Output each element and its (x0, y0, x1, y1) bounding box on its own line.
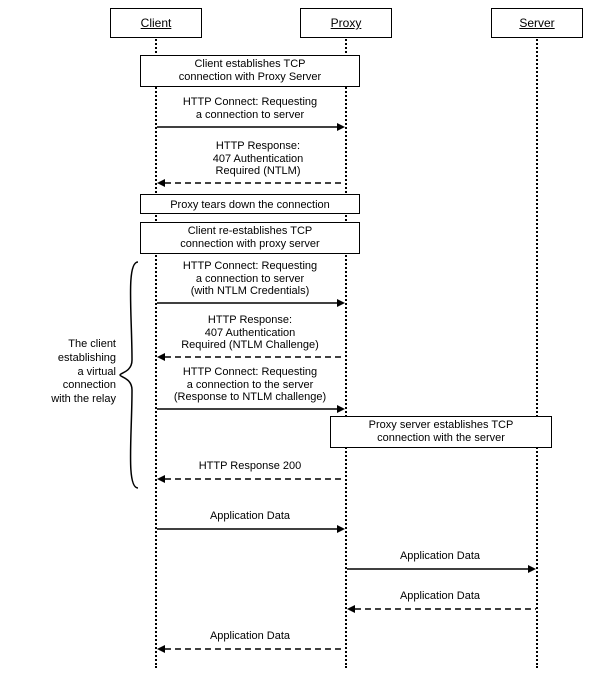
arrow-m10 (155, 644, 347, 654)
arrow-m1 (155, 122, 347, 132)
block-teardown: Proxy tears down the connection (140, 194, 360, 214)
msg-connect-1: HTTP Connect: Requestinga connection to … (160, 96, 340, 121)
msg-407-ntlm: HTTP Response:407 AuthenticationRequired… (178, 140, 338, 178)
msg-appdata-4: Application Data (175, 630, 325, 643)
msg-407-challenge: HTTP Response:407 AuthenticationRequired… (160, 314, 340, 352)
arrow-m7 (155, 524, 347, 534)
arrow-m8 (345, 564, 538, 574)
brace-icon (118, 260, 142, 490)
block-reestablish: Client re-establishes TCPconnection with… (140, 222, 360, 254)
msg-appdata-2: Application Data (365, 550, 515, 563)
arrow-m5 (155, 404, 347, 414)
sequence-diagram: Client Proxy Server Client establishes T… (0, 0, 591, 678)
participant-client: Client (110, 8, 202, 38)
msg-appdata-1: Application Data (175, 510, 325, 523)
arrow-m2 (155, 178, 347, 188)
block-establish-tcp: Client establishes TCPconnection with Pr… (140, 55, 360, 87)
msg-connect-response: HTTP Connect: Requestinga connection to … (155, 366, 345, 404)
arrow-m6 (155, 474, 347, 484)
arrow-m9 (345, 604, 538, 614)
msg-appdata-3: Application Data (365, 590, 515, 603)
block-proxy-server-tcp: Proxy server establishes TCPconnection w… (330, 416, 552, 448)
participant-proxy: Proxy (300, 8, 392, 38)
arrow-m4 (155, 352, 347, 362)
msg-connect-cred: HTTP Connect: Requestinga connection to … (158, 260, 342, 298)
participant-server: Server (491, 8, 583, 38)
arrow-m3 (155, 298, 347, 308)
msg-200: HTTP Response 200 (175, 460, 325, 473)
note-virtual-connection: The clientestablishinga virtualconnectio… (40, 338, 116, 407)
